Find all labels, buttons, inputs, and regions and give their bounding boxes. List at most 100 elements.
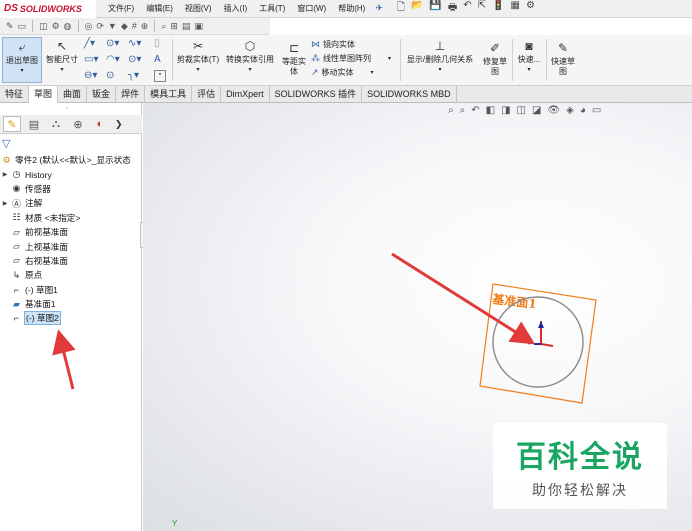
sketch-circle[interactable] (492, 296, 584, 388)
appearance-icon[interactable]: ◍ (64, 21, 72, 32)
line-icon[interactable]: ╱▾ (84, 38, 106, 50)
menu-insert[interactable]: 插入(I) (224, 3, 248, 14)
select-icon[interactable]: ⇱ (478, 0, 486, 17)
undo-icon[interactable]: ↶ (463, 0, 471, 17)
print-icon[interactable]: 🖶 (448, 0, 457, 17)
convert-entities-button[interactable]: ⬡ 转换实体引用 ▾ (224, 39, 276, 75)
property-manager-tab-icon[interactable]: ▤ (25, 116, 43, 132)
more-tabs-icon[interactable]: ❯ (115, 119, 123, 130)
rotate-icon[interactable]: ⟳ (96, 21, 104, 32)
expand-arrow-icon[interactable]: ▶ (0, 200, 10, 207)
repair-label-1: 修复草 (483, 57, 507, 66)
menu-view[interactable]: 视图(V) (185, 3, 212, 14)
smart-dimension-button[interactable]: ↖ 智能尺寸 ▾ (44, 39, 80, 75)
center-point[interactable] (527, 341, 531, 345)
menu-window[interactable]: 窗口(W) (297, 3, 326, 14)
save-icon[interactable]: 💾 (429, 0, 441, 17)
rapid-snaps-button[interactable]: ◙ 快速... ▾ (514, 39, 544, 75)
menu-file[interactable]: 文件(F) (108, 3, 134, 14)
linear-pattern-button[interactable]: ⁂ 线性草图阵列 ▾ (311, 53, 391, 64)
view-orientation-icon[interactable]: ▼ (108, 21, 117, 31)
text-tool-icon[interactable]: A (154, 54, 168, 66)
display-relations-button[interactable]: ⊥ 显示/删除几何关系 ▾ (403, 39, 477, 75)
tree-item-material[interactable]: ☷ 材质 <未指定> (0, 211, 142, 225)
rapid-sketch-button[interactable]: ✎ 快速草 图 (548, 41, 578, 77)
polygon-icon[interactable]: ⊙▾ (128, 54, 150, 66)
tab-evaluate[interactable]: 评估 (192, 86, 222, 103)
grid-icon[interactable]: # (132, 21, 137, 31)
relation-icon[interactable]: ⊕ (141, 21, 149, 32)
tab-sketch[interactable]: 草图 (29, 86, 59, 103)
tree-item-right-plane[interactable]: ▱ 右视基准面 (0, 254, 142, 268)
tree-item-sketch1[interactable]: ⌐ (-) 草图1 (0, 283, 142, 297)
new-document-icon[interactable]: 🗋 (397, 0, 405, 17)
section-icon[interactable]: ◆ (121, 21, 128, 32)
command-manager: ⤶ 退出草图 ▾ ↖ 智能尺寸 ▾ ╱▾ ⊙▾ ∿▾ ▭▾ ◠▾ ⊙▾ ⊖▾ ⊙… (0, 35, 692, 86)
feature-manager-tab-icon[interactable]: ✎ (3, 116, 21, 132)
menu-edit[interactable]: 编辑(E) (146, 3, 173, 14)
spline-icon[interactable]: ∿▾ (128, 38, 150, 50)
exit-sketch-button[interactable]: ⤶ 退出草图 ▾ (2, 37, 42, 83)
open-icon[interactable]: 📂 (411, 0, 423, 17)
print-preview-icon[interactable]: ▤ (182, 21, 191, 32)
tree-item-origin[interactable]: ↳ 原点 (0, 268, 142, 282)
sketch-toggle-icon[interactable]: ✎ (6, 21, 14, 32)
zoom-fit-icon[interactable]: ◎ (85, 21, 93, 32)
menu-help[interactable]: 帮助(H) (338, 3, 365, 14)
circle-icon[interactable]: ⊙▾ (106, 38, 128, 50)
fillet-icon[interactable]: ╮▾ (128, 70, 150, 82)
mirror-entities-button[interactable]: ⋈ 镜向实体 (311, 39, 391, 50)
tree-item-sketch2[interactable]: ⌐ (-) 草图2 (0, 311, 142, 326)
offset-entities-button[interactable]: ⊏ 等距实 体 (279, 41, 309, 77)
plane-label: 基准面1 (491, 291, 538, 311)
menu-tools[interactable]: 工具(T) (259, 3, 285, 14)
point-tool-icon[interactable]: ▪ (154, 70, 166, 82)
search-icon[interactable]: ⌕ (161, 21, 166, 32)
assembly-icon[interactable]: ⚙ (52, 21, 60, 32)
divider (400, 39, 401, 81)
tree-item-front-plane[interactable]: ▱ 前视基准面 (0, 225, 142, 239)
sensor-icon: ◉ (12, 183, 21, 194)
trim-icon: ✂ (192, 39, 204, 53)
point-icon[interactable]: ⊙ (106, 70, 128, 82)
tab-features[interactable]: 特征 (0, 86, 30, 103)
tree-item-label: 零件2 (默认<<默认>_显示状态 (15, 155, 131, 166)
move-entities-button[interactable]: ↗ 移动实体 ▾ (311, 67, 391, 78)
tab-dimxpert[interactable]: DimXpert (221, 86, 270, 103)
rebuild-icon[interactable]: 🚦 (492, 0, 504, 17)
plane-tool-icon[interactable]: ▯ (154, 38, 168, 50)
tab-mold-tools[interactable]: 模具工具 (145, 86, 193, 103)
display-style-icon[interactable]: ◫ (39, 21, 48, 32)
filter-icon[interactable]: ▽ (2, 137, 10, 150)
collapse-handle[interactable]: ◦ (66, 105, 68, 112)
slot-icon[interactable]: ⊖▾ (84, 70, 106, 82)
arc-icon[interactable]: ◠▾ (106, 54, 128, 66)
display-manager-tab-icon[interactable]: ◐ (91, 116, 109, 132)
tree-item-top-plane[interactable]: ▱ 上视基准面 (0, 239, 142, 253)
repair-sketch-icon: ✐ (489, 41, 501, 55)
file-properties-icon[interactable]: ▦ (511, 0, 520, 17)
dimxpert-manager-tab-icon[interactable]: ⊕ (69, 116, 87, 132)
tab-surfaces[interactable]: 曲面 (58, 86, 88, 103)
tab-addins[interactable]: SOLIDWORKS 插件 (270, 86, 363, 103)
tree-item-part[interactable]: ⚙ 零件2 (默认<<默认>_显示状态 (0, 153, 142, 167)
smart-dimension-label: 智能尺寸 (46, 55, 78, 64)
repair-sketch-button[interactable]: ✐ 修复草 图 (480, 41, 510, 77)
trim-entities-button[interactable]: ✂ 剪裁实体(T) ▾ (175, 39, 221, 75)
pin-icon[interactable]: ✈ (375, 3, 383, 14)
layer-icon[interactable]: ▭ (18, 21, 27, 32)
tab-mbd[interactable]: SOLIDWORKS MBD (362, 86, 457, 103)
tree-item-annotations[interactable]: ▶ Ⓐ 注解 (0, 196, 142, 210)
expand-arrow-icon[interactable]: ▶ (0, 171, 10, 178)
measure-icon[interactable]: ⊞ (170, 21, 178, 32)
tree-item-sensors[interactable]: ◉ 传感器 (0, 182, 142, 196)
chevron-down-icon: ▾ (527, 67, 531, 73)
tab-weldments[interactable]: 焊件 (116, 86, 146, 103)
rectangle-icon[interactable]: ▭▾ (84, 54, 106, 66)
configuration-manager-tab-icon[interactable]: ⛬ (47, 116, 65, 132)
tree-item-plane1[interactable]: ▰ 基准面1 (0, 297, 142, 311)
tab-sheet-metal[interactable]: 钣金 (87, 86, 117, 103)
image-icon[interactable]: ▣ (194, 21, 203, 32)
tree-item-history[interactable]: ▶ ◷ History (0, 167, 142, 181)
options-icon[interactable]: ⚙ (526, 0, 535, 17)
